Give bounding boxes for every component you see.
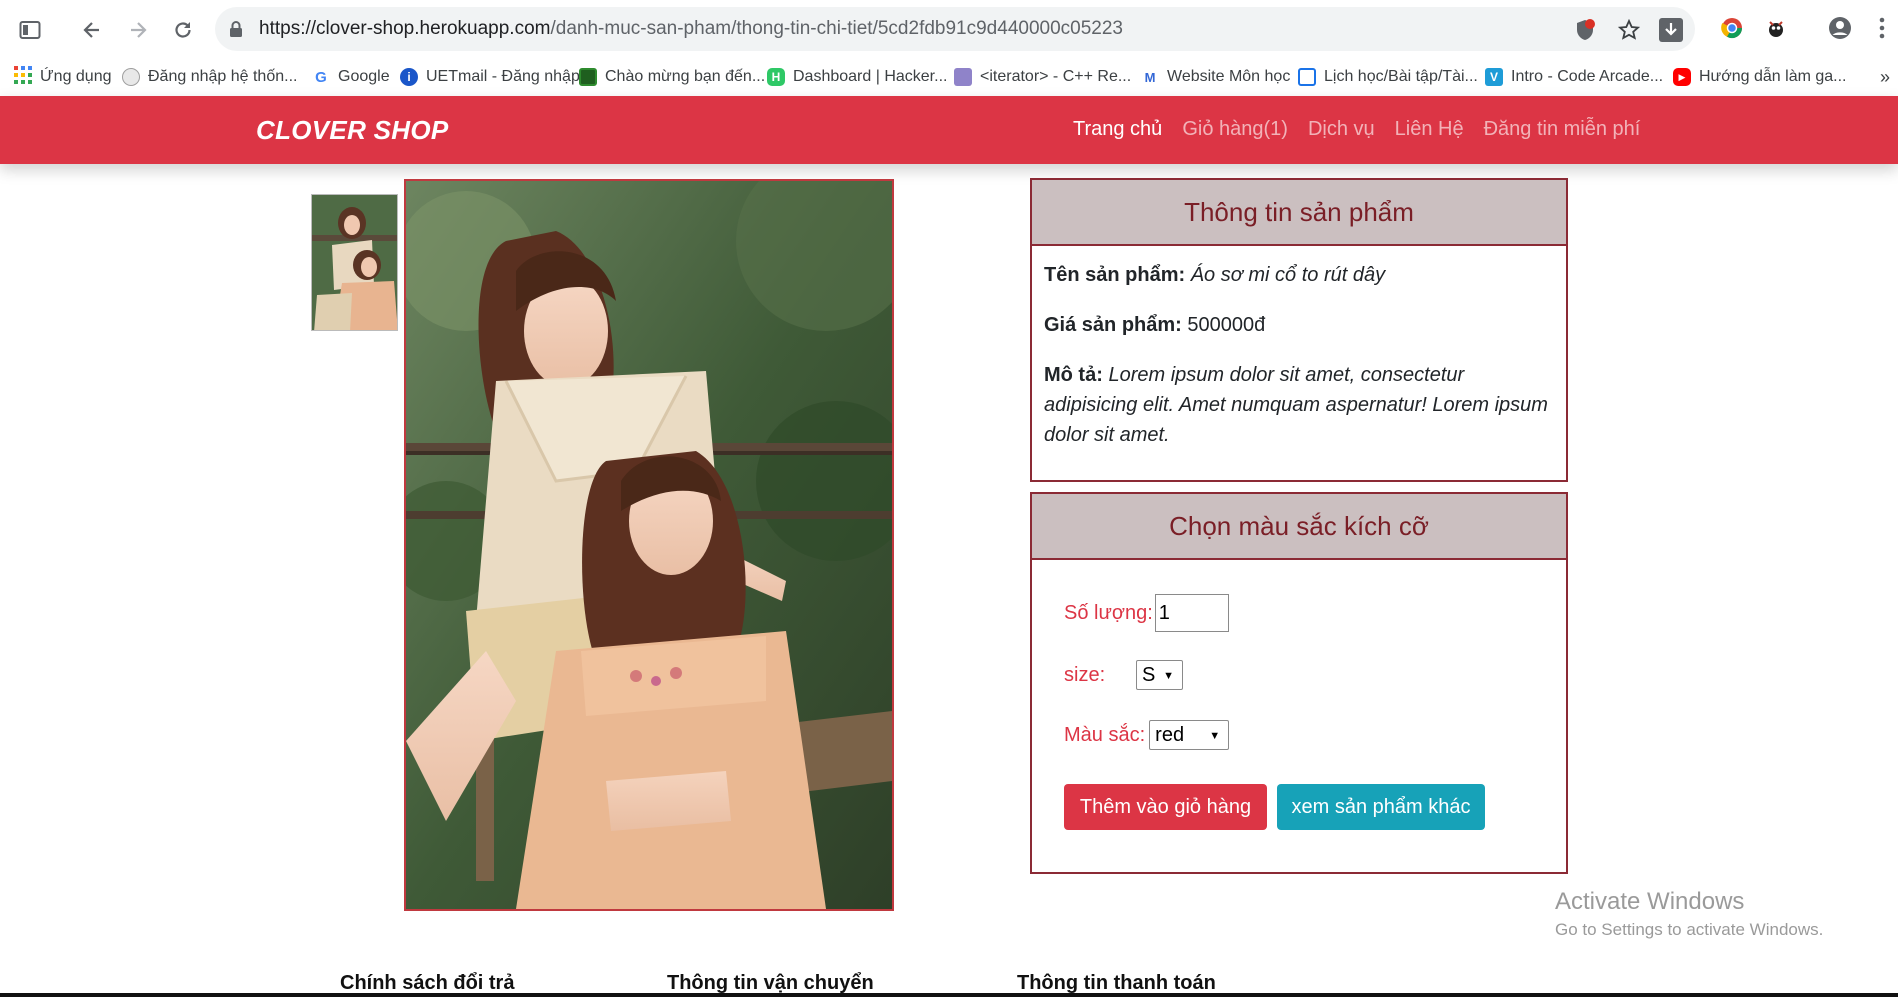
- size-label: size:: [1064, 663, 1106, 686]
- bookmarks-overflow-icon[interactable]: »: [1880, 66, 1890, 88]
- nav-links: Trang chủ Giỏ hàng(1) Dịch vụ Liên Hệ Đă…: [1073, 118, 1640, 141]
- product-info-card: Thông tin sản phẩm Tên sản phẩm: Áo sơ m…: [1030, 178, 1568, 482]
- back-icon[interactable]: [76, 14, 108, 46]
- bookmark-8[interactable]: Lịch học/Bài tập/Tài...: [1298, 66, 1478, 88]
- nav-contact[interactable]: Liên Hệ: [1395, 118, 1464, 141]
- google-icon: G: [312, 68, 330, 86]
- footer-payment-info[interactable]: Thông tin thanh toán: [1017, 972, 1216, 995]
- bookmark-1[interactable]: Đăng nhập hệ thốn...: [122, 66, 297, 88]
- chrome-extension-icon[interactable]: [1718, 14, 1746, 42]
- product-price-row: Giá sản phẩm: 500000đ: [1044, 314, 1266, 336]
- shield-extension-icon[interactable]: [1573, 18, 1597, 42]
- product-description: Lorem ipsum dolor sit amet, consectetur …: [1044, 364, 1548, 446]
- hackerrank-icon: H: [767, 68, 785, 86]
- profile-icon[interactable]: [1826, 14, 1854, 42]
- product-name-row: Tên sản phẩm: Áo sơ mi cổ to rút dây: [1044, 264, 1386, 286]
- color-label: Màu sắc:: [1064, 723, 1146, 746]
- nav-services[interactable]: Dịch vụ: [1308, 118, 1375, 141]
- size-select[interactable]: S ▼: [1136, 660, 1183, 690]
- options-card: Chọn màu sắc kích cỡ Số lượng: 1 size: S…: [1030, 492, 1568, 874]
- globe-icon: [122, 68, 140, 86]
- menu-kebab-icon[interactable]: [1868, 14, 1896, 42]
- bookmark-9[interactable]: V Intro - Code Arcade...: [1485, 66, 1663, 88]
- bookmark-apps[interactable]: Ứng dụng: [14, 65, 112, 89]
- youtube-icon: ▶: [1673, 68, 1691, 86]
- product-desc-row: Mô tả: Lorem ipsum dolor sit amet, conse…: [1044, 364, 1548, 446]
- calendar-icon: [1298, 68, 1316, 86]
- footer-shipping-info[interactable]: Thông tin vận chuyển: [667, 972, 874, 995]
- tab-search-icon[interactable]: [14, 14, 46, 46]
- course-icon: [579, 68, 597, 86]
- quantity-input[interactable]: 1: [1154, 594, 1229, 632]
- bug-extension-icon[interactable]: [1762, 14, 1790, 42]
- site-navbar: CLOVER SHOP Trang chủ Giỏ hàng(1) Dịch v…: [0, 96, 1898, 164]
- reload-icon[interactable]: [167, 14, 199, 46]
- address-bar[interactable]: https://clover-shop.herokuapp.com/danh-m…: [215, 7, 1695, 51]
- color-select[interactable]: red ▼: [1149, 720, 1230, 750]
- product-info-body: Tên sản phẩm: Áo sơ mi cổ to rút dây Giá…: [1032, 246, 1566, 484]
- options-header: Chọn màu sắc kích cỡ: [1032, 494, 1566, 560]
- color-row: Màu sắc: red ▼: [1064, 720, 1230, 750]
- nav-cart[interactable]: Giỏ hàng(1): [1182, 118, 1288, 141]
- info-icon: i: [400, 68, 418, 86]
- product-name: Áo sơ mi cổ to rút dây: [1190, 264, 1386, 286]
- add-to-cart-button[interactable]: Thêm vào giỏ hàng: [1064, 784, 1267, 830]
- apps-grid-icon: [14, 65, 32, 89]
- view-other-products-button[interactable]: xem sản phẩm khác: [1277, 784, 1485, 830]
- bookmarks-bar: Ứng dụng Đăng nhập hệ thốn... G Google i…: [0, 58, 1898, 96]
- chevron-down-icon: ▼: [1163, 670, 1174, 682]
- cpp-icon: [954, 68, 972, 86]
- bookmark-4[interactable]: Chào mừng bạn đến...: [579, 66, 765, 88]
- bookmark-2[interactable]: G Google: [312, 66, 390, 88]
- lock-icon: [229, 20, 243, 43]
- download-icon[interactable]: [1659, 18, 1683, 42]
- product-main-image: [404, 179, 894, 911]
- brand-logo[interactable]: CLOVER SHOP: [256, 115, 449, 146]
- quantity-row: Số lượng: 1: [1064, 594, 1229, 632]
- bookmark-3[interactable]: i UETmail - Đăng nhập: [400, 66, 580, 88]
- footer-return-policy[interactable]: Chính sách đổi trả: [340, 972, 514, 995]
- quantity-label: Số lượng:: [1064, 601, 1153, 624]
- windows-activation-watermark: Activate Windows Go to Settings to activ…: [1555, 888, 1824, 939]
- product-thumbnail[interactable]: [311, 194, 398, 331]
- product-info-header: Thông tin sản phẩm: [1032, 180, 1566, 246]
- bookmark-7[interactable]: M Website Môn học: [1141, 66, 1290, 88]
- size-row: size: S ▼: [1064, 660, 1183, 690]
- product-price: 500000đ: [1187, 314, 1266, 336]
- footer-divider: [0, 993, 1898, 997]
- nav-home[interactable]: Trang chủ: [1073, 118, 1162, 141]
- bookmark-10[interactable]: ▶ Hướng dẫn làm ga...: [1673, 66, 1847, 88]
- chevron-down-icon: ▼: [1209, 730, 1221, 742]
- bookmark-5[interactable]: H Dashboard | Hacker...: [767, 66, 947, 88]
- website-icon: M: [1141, 68, 1159, 86]
- nav-post-free[interactable]: Đăng tin miễn phí: [1484, 118, 1641, 141]
- bookmark-6[interactable]: <iterator> - C++ Re...: [954, 66, 1131, 88]
- codesignal-icon: V: [1485, 68, 1503, 86]
- forward-icon[interactable]: [122, 14, 154, 46]
- url-text: https://clover-shop.herokuapp.com/danh-m…: [259, 18, 1123, 39]
- star-icon[interactable]: [1617, 18, 1641, 42]
- browser-toolbar: https://clover-shop.herokuapp.com/danh-m…: [0, 0, 1898, 58]
